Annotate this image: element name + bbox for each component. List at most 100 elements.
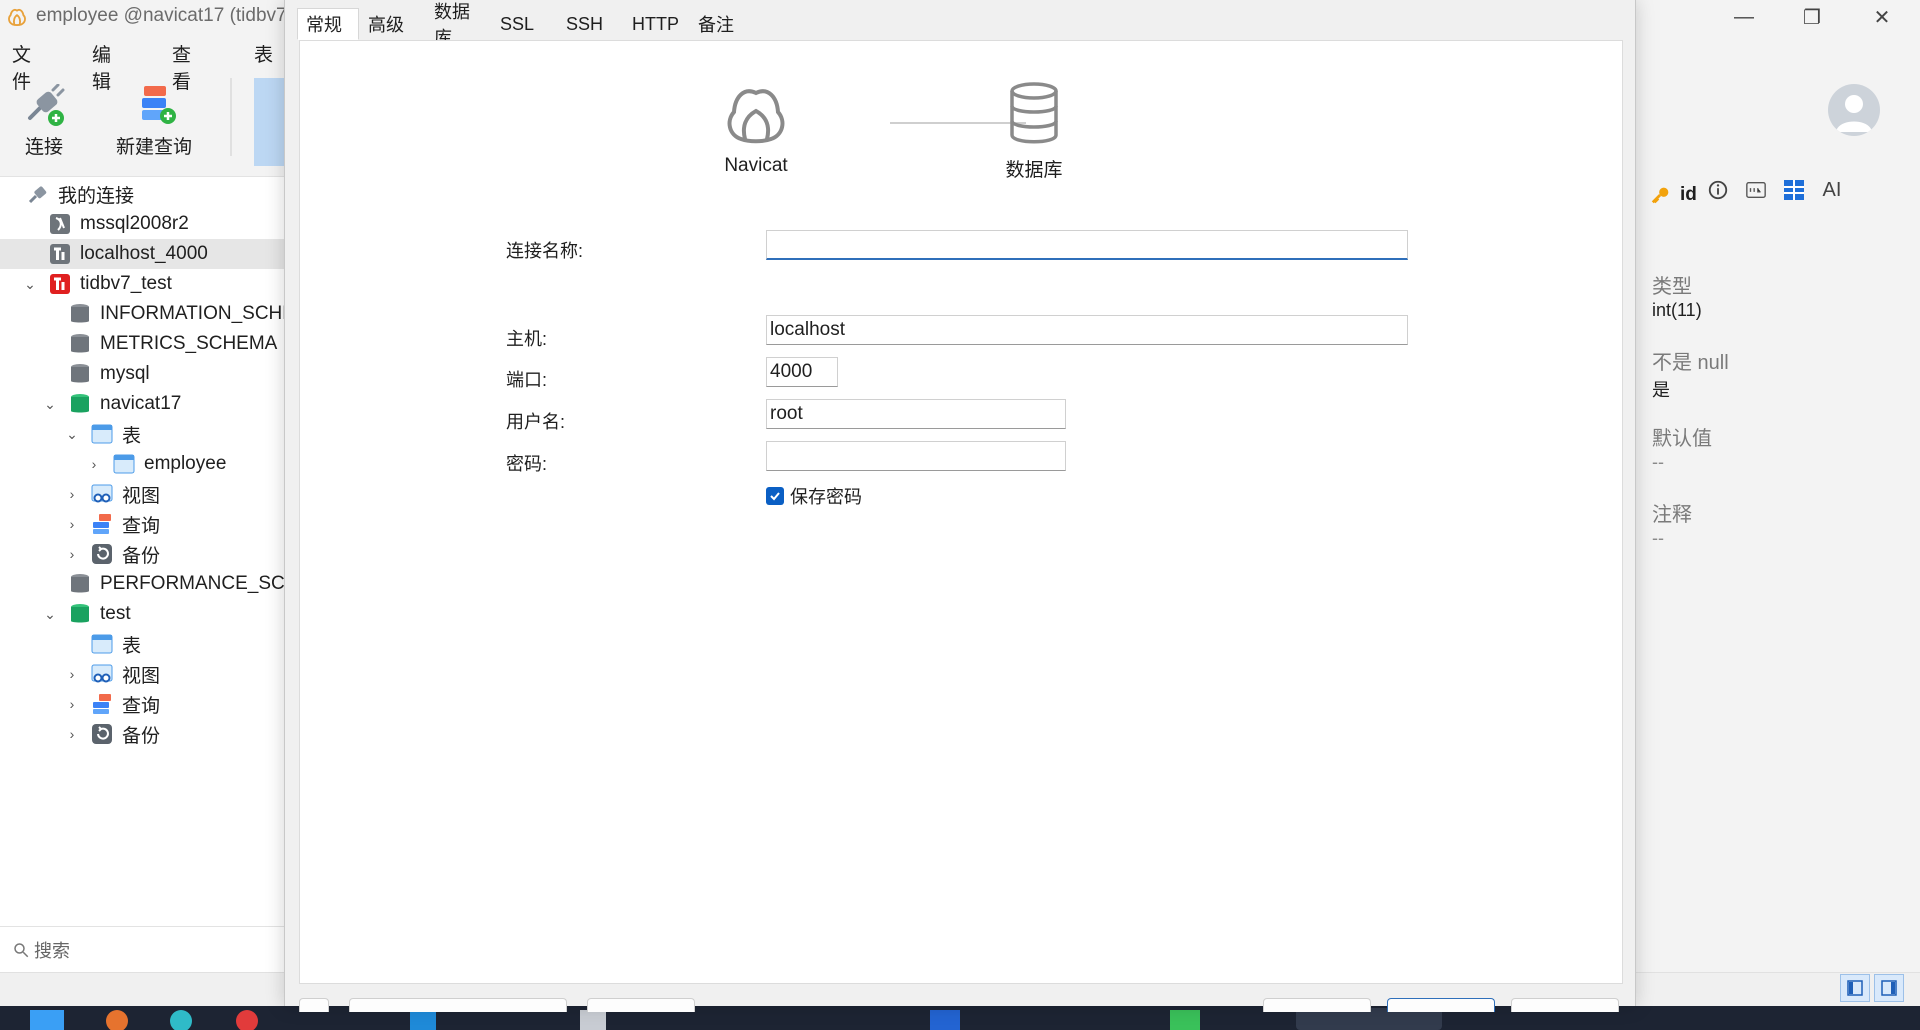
username-input[interactable] <box>766 399 1066 429</box>
chevron-down-icon[interactable]: ⌄ <box>42 606 58 622</box>
menu-table[interactable]: 表 <box>254 40 273 67</box>
tree-label: INFORMATION_SCHE <box>100 303 290 324</box>
close-button[interactable]: ✕ <box>1852 0 1912 34</box>
port-input[interactable] <box>766 357 838 387</box>
tab-general[interactable]: 常规 <box>297 8 359 40</box>
tree-item-tidbv7-test[interactable]: ⌄ tidbv7_test <box>0 269 290 299</box>
tree-item-mssql2008r2[interactable]: mssql2008r2 <box>0 209 290 239</box>
tree-item-test-views[interactable]: › 视图 <box>0 659 290 689</box>
chevron-down-icon[interactable]: ⌄ <box>64 426 80 442</box>
app-icon[interactable] <box>410 1010 436 1030</box>
sqlserver-icon <box>50 214 70 234</box>
tree-item-backups[interactable]: › 备份 <box>0 539 290 569</box>
browser-icon[interactable] <box>106 1010 128 1030</box>
navicat-endpoint: Navicat <box>686 81 826 177</box>
chevron-right-icon[interactable]: › <box>86 456 102 472</box>
tree-label: 视图 <box>122 485 161 507</box>
tree-item-navicat17[interactable]: ⌄ navicat17 <box>0 389 290 419</box>
edge-icon[interactable] <box>170 1010 192 1030</box>
test-connection-button[interactable] <box>349 998 567 1012</box>
tree-item-test-backups[interactable]: › 备份 <box>0 719 290 749</box>
table-icon <box>91 424 113 444</box>
tree-item-mysql[interactable]: mysql <box>0 359 290 389</box>
tree-item-test-queries[interactable]: › 查询 <box>0 689 290 719</box>
query-icon <box>93 694 111 714</box>
new-query-button[interactable]: 新建查询 <box>116 84 192 159</box>
footer-button[interactable] <box>587 998 695 1012</box>
tab-advanced[interactable]: 高级 <box>359 8 425 40</box>
chevron-right-icon[interactable]: › <box>64 726 80 742</box>
footer-icon-button[interactable] <box>299 998 329 1012</box>
user-avatar[interactable] <box>1828 84 1880 136</box>
tree-item-employee[interactable]: › employee <box>0 449 290 479</box>
start-icon[interactable] <box>30 1010 64 1030</box>
query-icon <box>93 514 111 534</box>
tree-item-information-schema[interactable]: INFORMATION_SCHE <box>0 299 290 329</box>
cancel-button[interactable] <box>1511 998 1619 1012</box>
app-icon[interactable] <box>580 1010 606 1030</box>
footer-button[interactable] <box>1263 998 1371 1012</box>
default-label: 默认值 <box>1652 428 1712 450</box>
toolbar-selected-button[interactable] <box>254 78 284 166</box>
left-pane-toggle-icon[interactable] <box>1840 974 1870 1002</box>
password-label: 密码: <box>506 454 548 474</box>
chevron-right-icon[interactable]: › <box>64 666 80 682</box>
tree-label: 表 <box>122 635 142 657</box>
tree-item-views[interactable]: › 视图 <box>0 479 290 509</box>
tree-label: employee <box>144 453 227 474</box>
database-gray-icon <box>71 334 89 353</box>
tab-http[interactable]: HTTP <box>623 8 689 40</box>
tree-root-my-connections[interactable]: 我的连接 <box>0 179 290 209</box>
right-pane-toggle-icon[interactable] <box>1874 974 1904 1002</box>
host-input[interactable] <box>766 315 1408 345</box>
checkbox-checked-icon[interactable] <box>766 487 784 505</box>
tree-item-test[interactable]: ⌄ test <box>0 599 290 629</box>
tree-item-queries[interactable]: › 查询 <box>0 509 290 539</box>
password-input[interactable] <box>766 441 1066 471</box>
tab-database[interactable]: 数据库 <box>425 2 491 48</box>
minimize-button[interactable]: — <box>1714 0 1774 34</box>
tree-label: 备份 <box>122 545 161 567</box>
info-icon[interactable] <box>1706 178 1730 202</box>
tree-label: METRICS_SCHEMA <box>100 333 278 354</box>
tree-item-tables[interactable]: ⌄ 表 <box>0 419 290 449</box>
tree-item-localhost-4000[interactable]: localhost_4000 <box>0 239 290 269</box>
backup-icon <box>92 724 112 744</box>
connection-name-input[interactable] <box>766 230 1408 260</box>
key-icon <box>1651 187 1669 204</box>
tree-item-performance-schema[interactable]: PERFORMANCE_SCH <box>0 569 290 599</box>
chevron-down-icon[interactable]: ⌄ <box>42 396 58 412</box>
ddl-icon[interactable] <box>1744 178 1768 202</box>
chevron-right-icon[interactable]: › <box>64 546 80 562</box>
database-gray-icon <box>71 364 89 383</box>
chevron-right-icon[interactable]: › <box>64 516 80 532</box>
maximize-button[interactable]: ❐ <box>1782 0 1842 34</box>
tab-notes[interactable]: 备注 <box>689 8 755 40</box>
default-value: -- <box>1652 452 1664 472</box>
chevron-down-icon[interactable]: ⌄ <box>22 276 38 292</box>
wechat-icon[interactable] <box>1170 1010 1200 1030</box>
table-icon <box>91 634 113 654</box>
tab-ssl[interactable]: SSL <box>491 8 557 40</box>
app-icon[interactable] <box>930 1010 960 1030</box>
app-icon[interactable] <box>236 1010 258 1030</box>
navigation-tree: 我的连接 mssql2008r2 localhost_4000 ⌄ tidbv7… <box>0 176 290 926</box>
database-green-icon <box>71 604 89 623</box>
comment-label: 注释 <box>1652 504 1692 526</box>
tree-item-test-tables[interactable]: 表 <box>0 629 290 659</box>
panel-tabs: AI <box>1706 178 1844 202</box>
type-value: int(11) <box>1652 300 1702 320</box>
chevron-right-icon[interactable]: › <box>64 486 80 502</box>
tree-label: 备份 <box>122 725 161 747</box>
chevron-right-icon[interactable]: › <box>64 696 80 712</box>
connect-button[interactable]: 连接 <box>20 84 68 159</box>
grid-view-icon[interactable] <box>1782 178 1806 202</box>
save-password-checkbox[interactable]: 保存密码 <box>766 483 862 509</box>
tab-ssh[interactable]: SSH <box>557 8 623 40</box>
search-input[interactable]: 搜索 <box>0 926 290 972</box>
ai-button[interactable]: AI <box>1820 178 1844 202</box>
field-header: id <box>1650 184 1697 206</box>
taskbar <box>0 1006 1920 1030</box>
tree-item-metrics-schema[interactable]: METRICS_SCHEMA <box>0 329 290 359</box>
ok-button[interactable] <box>1387 998 1495 1012</box>
